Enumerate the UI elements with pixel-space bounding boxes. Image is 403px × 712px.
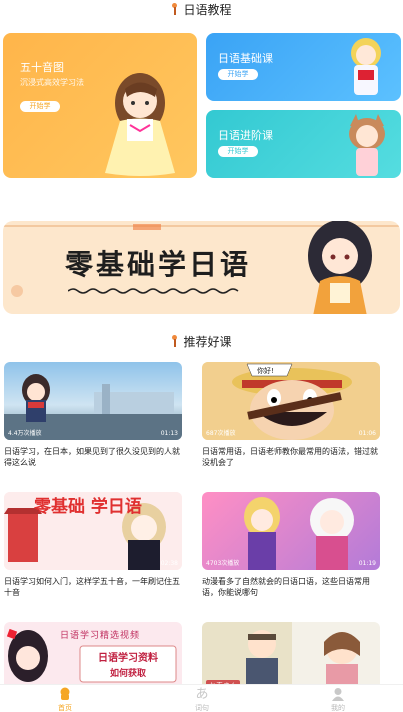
course-thumbnail[interactable]: 4.4万次播放 01:13: [4, 362, 182, 440]
course-thumbnail[interactable]: 零基础 学日语 02:38: [4, 492, 182, 570]
home-icon: [57, 687, 73, 702]
course-item[interactable]: 你好! 687次播放 01:06 日语常用语，日语老师教你最常用的语法，错过就没…: [202, 362, 380, 468]
tutorial-section-title: 日语教程: [0, 1, 403, 18]
fifty-sounds-card[interactable]: 五十音图 沉浸式高效学习法 开始学: [3, 33, 197, 178]
view-count: 4703次播放: [206, 560, 240, 567]
advanced-course-card[interactable]: 日语进阶课 开始学: [206, 110, 401, 178]
svg-text:你好!: 你好!: [257, 366, 274, 375]
fifty-sounds-start-button[interactable]: 开始学: [20, 101, 60, 112]
video-duration: 01:19: [358, 560, 376, 567]
course-description: 日语学习如何入门，这样学五十音，一年刷记住五十音: [4, 577, 180, 597]
thumbnail-headline: 日语学习精选视频: [60, 631, 141, 641]
banner-text: 零基础学日语: [65, 248, 252, 281]
recommend-section-title: 推荐好课: [0, 333, 403, 350]
anime-character-illustration: [349, 114, 385, 176]
zero-basics-banner[interactable]: 零基础学日语: [3, 221, 400, 314]
thumbnail-headline: 零基础 学日语: [34, 497, 142, 517]
video-duration: 01:06: [358, 430, 376, 437]
course-thumbnail[interactable]: 你好! 687次播放 01:06: [202, 362, 380, 440]
video-duration: 01:13: [160, 430, 178, 437]
fifty-sounds-title: 五十音图: [20, 61, 64, 74]
bottom-tab-bar: 首页 あ 词句 我的: [0, 684, 403, 712]
basic-course-start-button[interactable]: 开始学: [218, 69, 258, 80]
fifty-sounds-subtitle: 沉浸式高效学习法: [20, 78, 84, 87]
anime-girl-illustration: [105, 73, 175, 176]
kana-icon: あ: [195, 687, 209, 702]
basic-course-title: 日语基础课: [218, 52, 273, 65]
basic-course-card[interactable]: 日语基础课 开始学: [206, 33, 401, 101]
advanced-course-title: 日语进阶课: [218, 129, 273, 142]
video-duration: 02:38: [160, 560, 178, 567]
view-count: 687次播放: [206, 430, 236, 437]
tab-vocab[interactable]: あ 词句: [172, 687, 232, 712]
tab-profile[interactable]: 我的: [308, 687, 368, 712]
course-item[interactable]: 4.4万次播放 01:13 日语学习，在日本，如果见到了很久没见到的人就得这么说: [4, 362, 182, 468]
pin-icon: [171, 335, 178, 347]
thumbnail-subtitle-2: 如何获取: [109, 669, 146, 679]
anime-girl-illustration: [308, 221, 372, 314]
anime-character-illustration: [351, 38, 381, 95]
user-icon: [330, 687, 346, 702]
thumbnail-subtitle: 日语学习资料: [98, 653, 158, 664]
course-description: 日语常用语，日语老师教你最常用的语法，错过就没机会了: [202, 447, 378, 467]
course-description: 日语学习，在日本，如果见到了很久没见到的人就得这么说: [4, 447, 180, 467]
tab-home[interactable]: 首页: [35, 687, 95, 712]
course-description: 动漫看多了自然就会的日语口语，这些日语常用语，你能说哪句: [202, 577, 370, 597]
advanced-course-start-button[interactable]: 开始学: [218, 146, 258, 157]
course-thumbnail[interactable]: 4703次播放 01:19: [202, 492, 380, 570]
view-count: 4.4万次播放: [8, 430, 42, 437]
course-item[interactable]: 零基础 学日语 02:38 日语学习如何入门，这样学五十音，一年刷记住五十音: [4, 492, 182, 598]
course-item[interactable]: 4703次播放 01:19 动漫看多了自然就会的日语口语，这些日语常用语，你能说…: [202, 492, 380, 598]
wavy-line: [68, 288, 239, 294]
pin-icon: [171, 3, 178, 15]
